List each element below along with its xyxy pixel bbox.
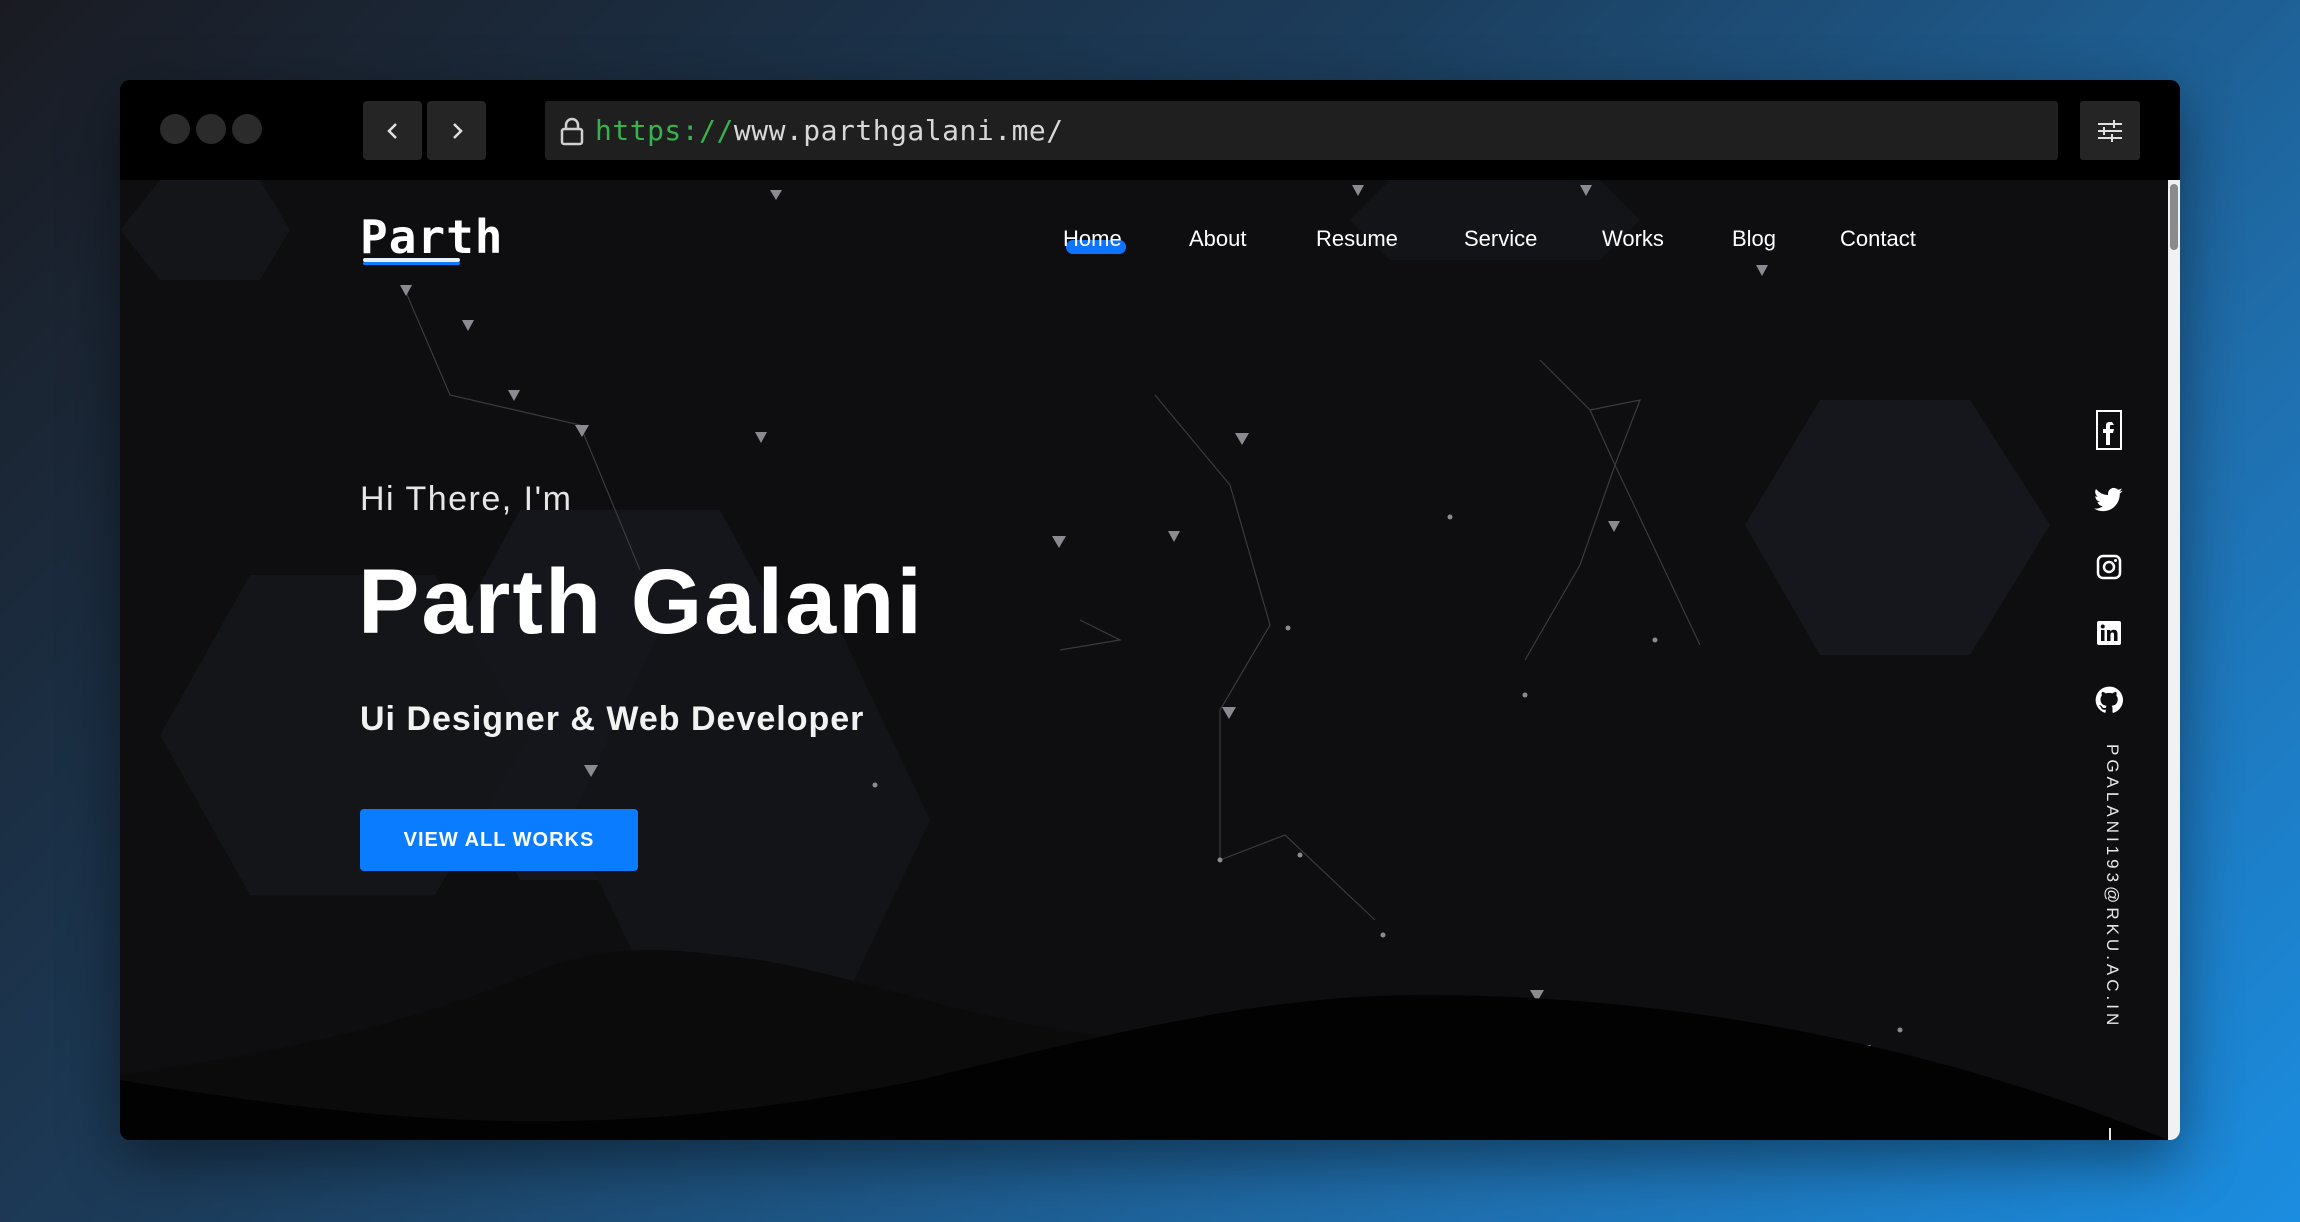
browser-toolbar: https://www.parthgalani.me/ [120, 80, 2180, 180]
twitter-link[interactable] [2092, 483, 2126, 517]
hero-name: Parth Galani [358, 551, 924, 653]
back-button[interactable] [363, 101, 422, 160]
page-scrollbar[interactable] [2168, 180, 2180, 1140]
lock-icon [560, 117, 584, 145]
url-host: www.parthgalani.me/ [733, 114, 1064, 147]
nav-contact[interactable]: Contact [1840, 226, 1916, 252]
instagram-link[interactable] [2092, 550, 2126, 584]
nav-blog[interactable]: Blog [1732, 226, 1776, 252]
forward-button[interactable] [427, 101, 486, 160]
hero-greeting: Hi There, I'm [360, 480, 573, 518]
page-viewport: Parth Home About Resume Service Works Bl… [120, 180, 2168, 1140]
linkedin-link[interactable] [2092, 616, 2126, 650]
contact-email[interactable]: PGALANI193@RKU.AC.IN [2102, 744, 2122, 1029]
chevron-left-icon [386, 122, 397, 139]
linkedin-icon [2097, 621, 2121, 645]
nav-service[interactable]: Service [1464, 226, 1537, 252]
nav-about[interactable]: About [1189, 226, 1247, 252]
window-close-dot[interactable] [160, 114, 190, 144]
github-link[interactable] [2092, 683, 2126, 717]
nav-resume[interactable]: Resume [1316, 226, 1398, 252]
window-maximize-dot[interactable] [232, 114, 262, 144]
facebook-link[interactable] [2092, 410, 2126, 450]
url-text: https://www.parthgalani.me/ [595, 114, 1064, 147]
email-divider-line [2109, 1128, 2111, 1140]
hero-role: Ui Designer & Web Developer [360, 700, 865, 738]
github-icon [2095, 686, 2123, 713]
facebook-icon [2096, 410, 2122, 450]
site-logo[interactable]: Parth [360, 210, 503, 264]
url-protocol: https:// [595, 114, 734, 147]
scrollbar-thumb[interactable] [2170, 184, 2178, 250]
logo-underline-accent [363, 262, 460, 265]
browser-window: https://www.parthgalani.me/ Parth Home A… [120, 80, 2180, 1140]
twitter-icon [2094, 487, 2123, 512]
window-minimize-dot[interactable] [196, 114, 226, 144]
settings-button[interactable] [2080, 101, 2140, 160]
chevron-right-icon [452, 122, 463, 139]
nav-home[interactable]: Home [1063, 226, 1122, 252]
instagram-icon [2096, 554, 2122, 580]
sliders-icon [2098, 119, 2122, 142]
address-bar[interactable]: https://www.parthgalani.me/ [545, 101, 2058, 160]
view-all-works-button[interactable]: VIEW ALL WORKS [360, 809, 638, 871]
nav-works[interactable]: Works [1602, 226, 1664, 252]
background-graphics [120, 180, 2168, 1140]
